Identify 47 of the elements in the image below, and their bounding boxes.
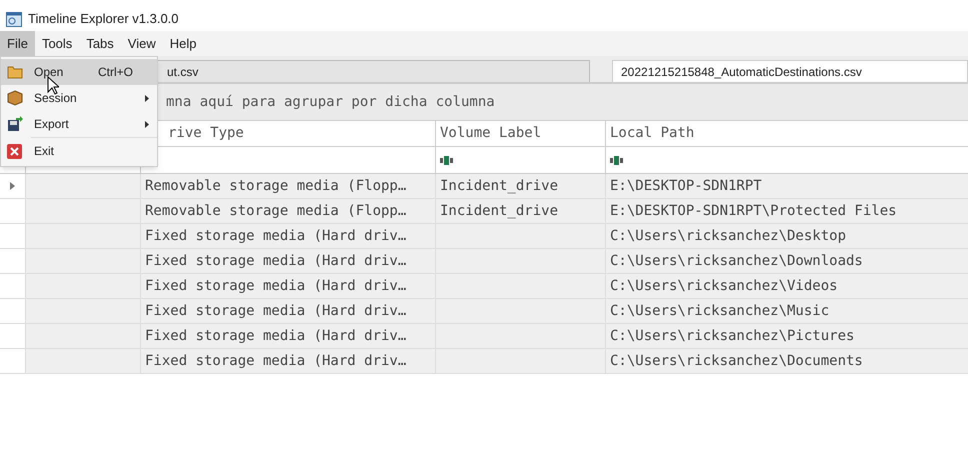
box-icon: [7, 90, 23, 106]
table-cell-text: Fixed storage media (Hard driv…: [145, 252, 406, 270]
table-cell-text: C:\Users\ricksanchez\Desktop: [610, 226, 846, 246]
table-cell-text: Incident_drive: [440, 176, 558, 196]
window-title: Timeline Explorer v1.3.0.0: [28, 10, 179, 28]
table-cell-text: Removable storage media (Flopp…: [145, 176, 406, 196]
column-header[interactable]: Local Path: [605, 121, 968, 146]
column-header[interactable]: Volume Label: [435, 121, 605, 146]
table-cell-text: Incident_drive: [440, 202, 558, 220]
table-cell-text: C:\Users\ricksanchez\Videos: [610, 276, 838, 296]
app-icon: [6, 12, 22, 26]
shortcut-label: Ctrl+O: [98, 64, 133, 81]
disk-arrow-icon: [7, 116, 23, 132]
table-cell-text: Removable storage media (Flopp…: [145, 202, 406, 220]
table-row[interactable]: Removable storage media (Flopp… Incident_drive E:\DESKTOP-SDN1RPT: [0, 174, 968, 199]
table-cell-text: Fixed storage media (Hard driv…: [145, 276, 406, 296]
table-cell-text: Fixed storage media (Hard driv…: [145, 326, 406, 346]
table-cell-text: C:\Users\ricksanchez\Music: [610, 302, 830, 320]
folder-icon: [7, 65, 23, 79]
text-filter-icon[interactable]: [610, 155, 624, 165]
table-row[interactable]: Fixed storage media (Hard driv… C:\Users\ricksanchez\Documents: [0, 349, 968, 374]
expand-arrow-icon[interactable]: [10, 182, 15, 190]
table-cell-text: E:\DESKTOP-SDN1RPT\Protected Files: [610, 202, 897, 220]
table-cell-text: C:\Users\ricksanchez\Documents: [610, 352, 863, 370]
table-row[interactable]: Removable storage media (Flopp… Incident_drive E:\DESKTOP-SDN1RPT\Protected Files: [0, 199, 968, 224]
table-row[interactable]: Fixed storage media (Hard driv… C:\Users\ricksanchez\Downloads: [0, 249, 968, 274]
menu-item[interactable]: Help: [162, 31, 204, 56]
table-cell-text: C:\Users\ricksanchez\Downloads: [610, 252, 863, 270]
file-tab[interactable]: 20221215215848_AutomaticDestinations.csv: [612, 60, 968, 82]
group-hint: mna aquí para agrupar por dicha columna: [166, 92, 495, 112]
table-row[interactable]: Fixed storage media (Hard driv… C:\Users\ricksanchez\Pictures: [0, 324, 968, 349]
table-cell-text: Fixed storage media (Hard driv…: [145, 226, 406, 246]
text-filter-icon[interactable]: [440, 155, 454, 165]
table-cell-text: Fixed storage media (Hard driv…: [145, 302, 406, 320]
table-cell-text: C:\Users\ricksanchez\Pictures: [610, 326, 854, 346]
table-row[interactable]: Fixed storage media (Hard driv… C:\Users\ricksanchez\Desktop: [0, 224, 968, 249]
table-row[interactable]: Fixed storage media (Hard driv… C:\Users\ricksanchez\Videos: [0, 274, 968, 299]
menu-item[interactable]: Tabs: [79, 31, 121, 56]
table-cell-text: E:\DESKTOP-SDN1RPT: [610, 176, 762, 196]
menu-entry[interactable]: Session: [1, 85, 157, 111]
table-row[interactable]: Fixed storage media (Hard driv… C:\Users\ricksanchez\Music: [0, 299, 968, 324]
menu-item[interactable]: Tools: [34, 31, 80, 56]
menu-item[interactable]: View: [120, 31, 163, 56]
close-icon: [7, 144, 22, 158]
menu-item[interactable]: File: [0, 31, 35, 56]
table-cell-text: Fixed storage media (Hard driv…: [145, 352, 406, 370]
menu-entry[interactable]: Open Ctrl+O: [1, 59, 157, 85]
